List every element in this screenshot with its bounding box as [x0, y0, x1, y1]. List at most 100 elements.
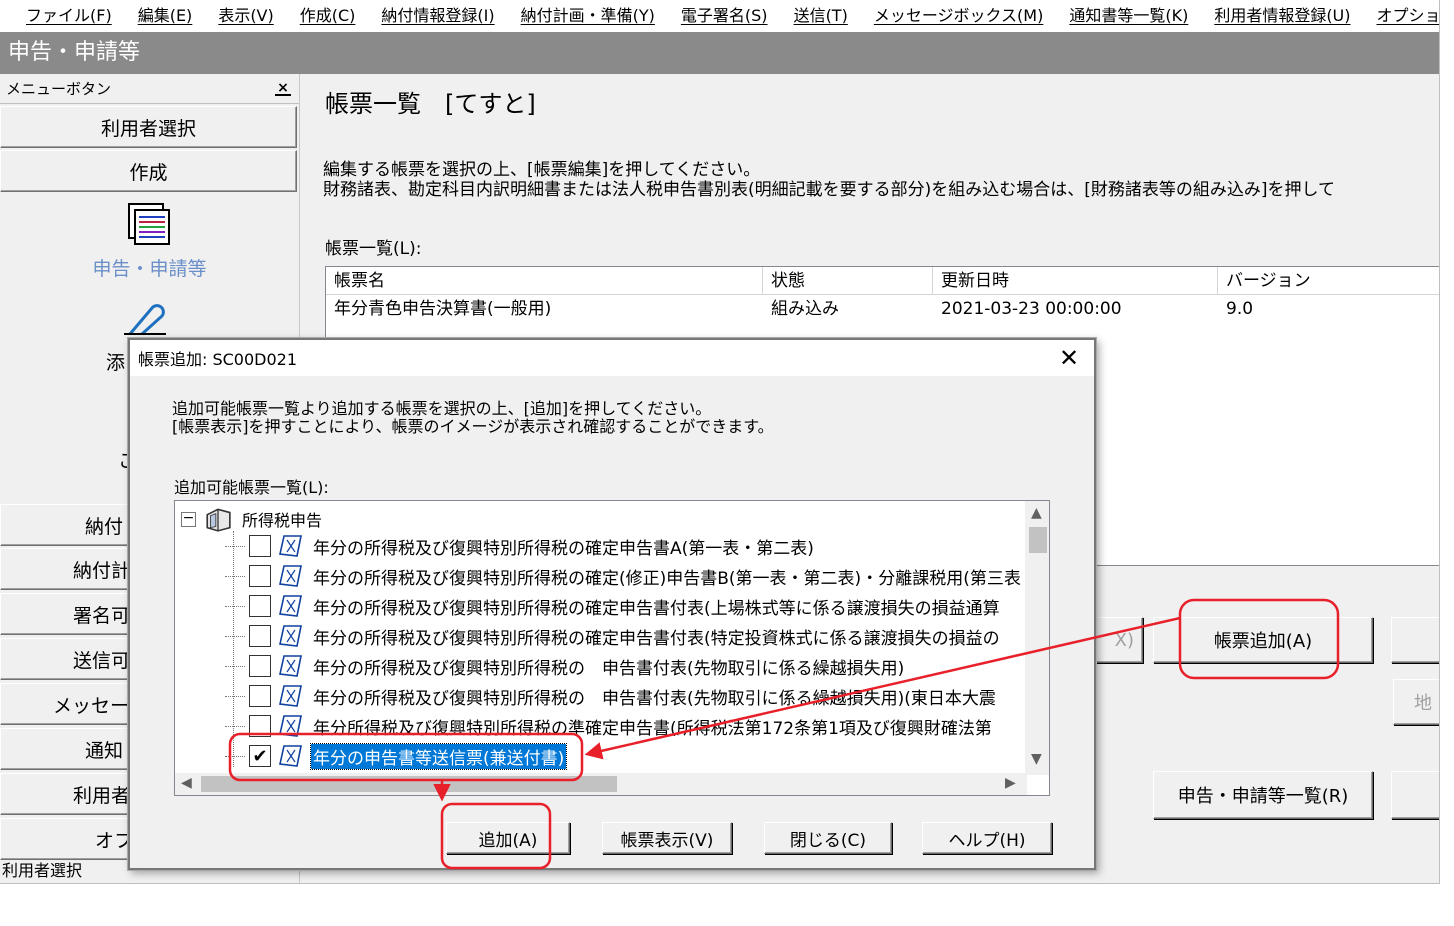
partial-map-button[interactable]: 地 — [1393, 679, 1439, 725]
item-checkbox[interactable] — [249, 565, 271, 587]
form-doc-icon — [279, 655, 302, 677]
app-window: ファイル(F) 編集(E) 表示(V) 作成(C) 納付情報登録(I) 納付計画… — [0, 0, 1440, 884]
menu-user-info[interactable]: 利用者情報登録(U) — [1201, 0, 1363, 32]
menu-file[interactable]: ファイル(F) — [0, 0, 125, 32]
column-header-status[interactable]: 状態 — [763, 267, 933, 294]
horizontal-scroll-thumb[interactable] — [201, 776, 617, 792]
menu-payment-plan[interactable]: 納付計画・準備(Y) — [508, 0, 668, 32]
column-header-version[interactable]: バージョン — [1218, 267, 1439, 294]
partial-right-button[interactable] — [1391, 617, 1439, 663]
menu-create[interactable]: 作成(C) — [287, 0, 369, 32]
user-select-button[interactable]: 利用者選択 — [0, 106, 297, 148]
cell-updated: 2021-03-23 00:00:00 — [941, 299, 1122, 319]
menu-messagebox[interactable]: メッセージボックス(M) — [861, 0, 1057, 32]
partial-right-button-2[interactable] — [1391, 771, 1439, 819]
tree-item[interactable]: 年分の所得税及び復興特別所得税の確定(修正)申告書B(第一表・第二表)・分離課税… — [225, 561, 1023, 591]
scroll-right-icon[interactable]: ▶ — [1005, 775, 1016, 791]
available-forms-tree[interactable]: − 所得税申告 年分の所得税及び復興特別所得税の確定申告書A(第一表・第二表) … — [174, 500, 1050, 796]
form-doc-icon — [279, 685, 302, 707]
tree-item-label: 年分の所得税及び復興特別所得税の 申告書付表(先物取引に係る繰越損失用) — [313, 658, 905, 679]
sidebar-partial-attach: 添 — [106, 352, 126, 374]
sidebar-icon-label: 申告・申請等 — [92, 258, 207, 280]
item-checkbox[interactable] — [249, 655, 271, 677]
tree-item-label: 年分の所得税及び復興特別所得税の確定申告書付表(上場株式等に係る譲渡損失の損益通… — [313, 598, 1000, 619]
menu-edit[interactable]: 編集(E) — [125, 0, 206, 32]
form-doc-icon — [279, 745, 302, 767]
sidebar-icon-filing[interactable]: 申告・申請等 — [0, 194, 299, 294]
dialog-close-icon[interactable]: ✕ — [1044, 340, 1094, 376]
close-button[interactable]: 閉じる(C) — [764, 822, 892, 854]
tree-item[interactable]: 年分の所得税及び復興特別所得税の 申告書付表(先物取引に係る繰越損失用)(東日本… — [225, 681, 998, 711]
tree-item[interactable]: 年分の所得税及び復興特別所得税の確定申告書付表(上場株式等に係る譲渡損失の損益通… — [225, 591, 1002, 621]
menu-options[interactable]: オプション(O — [1364, 0, 1439, 32]
cell-status: 組み込み — [771, 299, 839, 319]
tree-item-selected[interactable]: ✔ 年分の申告書等送信票(兼送付書) — [225, 741, 568, 771]
form-doc-icon — [279, 535, 302, 557]
menu-payment-info[interactable]: 納付情報登録(I) — [368, 0, 507, 32]
add-form-button[interactable]: 帳票追加(A) — [1153, 617, 1373, 663]
collapse-icon[interactable]: − — [181, 511, 196, 527]
tree-item-label: 年分所得税及び復興特別所得税の準確定申告書(所得税法第172条第1項及び復興財確… — [313, 718, 992, 739]
horizontal-scrollbar[interactable]: ◀ ▶ — [175, 773, 1027, 795]
dialog-instructions: 追加可能帳票一覧より追加する帳票を選択の上、[追加]を押してください。 [帳票表… — [172, 400, 774, 436]
dialog-instruction-line1: 追加可能帳票一覧より追加する帳票を選択の上、[追加]を押してください。 — [172, 399, 712, 418]
menu-bar: ファイル(F) 編集(E) 表示(V) 作成(C) 納付情報登録(I) 納付計画… — [0, 0, 1439, 32]
attachment-icon — [124, 304, 166, 336]
item-checkbox[interactable] — [249, 715, 271, 737]
form-doc-icon — [279, 595, 302, 617]
menu-send[interactable]: 送信(T) — [781, 0, 861, 32]
create-button[interactable]: 作成 — [0, 150, 297, 192]
vertical-scrollbar[interactable]: ▲ ▼ — [1025, 501, 1049, 775]
available-forms-label: 追加可能帳票一覧(L): — [174, 478, 329, 497]
tree-item[interactable]: 年分の所得税及び復興特別所得税の確定申告書A(第一表・第二表) — [225, 531, 816, 561]
filing-list-button[interactable]: 申告・申請等一覧(R) — [1153, 771, 1373, 819]
form-doc-icon — [279, 625, 302, 647]
tree-item-label: 年分の申告書等送信票(兼送付書) — [309, 742, 568, 770]
form-doc-icon — [279, 565, 302, 587]
dialog-titlebar: 帳票追加: SC00D021 ✕ — [130, 340, 1094, 376]
form-doc-icon — [279, 715, 302, 737]
add-button[interactable]: 追加(A) — [446, 822, 570, 854]
tree-root-label: 所得税申告 — [242, 511, 323, 530]
page-title: 帳票一覧 [てすと] — [325, 90, 536, 118]
sidebar-close-icon[interactable]: × — [275, 81, 291, 96]
tree-item-label: 年分の所得税及び復興特別所得税の確定申告書付表(特定投資株式に係る譲渡損失の損益… — [313, 628, 1000, 649]
tree-root-node[interactable]: − 所得税申告 — [181, 505, 324, 533]
table-row[interactable]: 年分青色申告決算書(一般用) 組み込み 2021-03-23 00:00:00 … — [326, 295, 1439, 323]
tree-item-label: 年分の所得税及び復興特別所得税の確定申告書A(第一表・第二表) — [313, 538, 814, 559]
tree-item[interactable]: 年分所得税及び復興特別所得税の準確定申告書(所得税法第172条第1項及び復興財確… — [225, 711, 994, 741]
tree-item-label: 年分の所得税及び復興特別所得税の確定(修正)申告書B(第一表・第二表)・分離課税… — [313, 568, 1021, 589]
table-header: 帳票名 状態 更新日時 バージョン — [326, 267, 1439, 295]
menu-notices[interactable]: 通知書等一覧(K) — [1056, 0, 1201, 32]
tree-item[interactable]: 年分の所得税及び復興特別所得税の 申告書付表(先物取引に係る繰越損失用) — [225, 651, 906, 681]
dialog-title: 帳票追加: SC00D021 — [138, 350, 298, 369]
form-list-icon — [127, 203, 170, 245]
item-checkbox[interactable] — [249, 685, 271, 707]
item-checkbox[interactable] — [249, 595, 271, 617]
vertical-scroll-thumb[interactable] — [1029, 527, 1047, 553]
window-title: 申告・申請等 — [0, 32, 1439, 74]
sidebar-header: メニューボタン × — [0, 74, 299, 104]
form-list-label: 帳票一覧(L): — [325, 239, 422, 259]
book-folder-icon — [206, 508, 231, 532]
help-button[interactable]: ヘルプ(H) — [922, 822, 1052, 854]
menu-signature[interactable]: 電子署名(S) — [668, 0, 781, 32]
tree-item-label: 年分の所得税及び復興特別所得税の 申告書付表(先物取引に係る繰越損失用)(東日本… — [313, 688, 996, 709]
item-checkbox-checked[interactable]: ✔ — [249, 745, 271, 767]
column-header-updated[interactable]: 更新日時 — [933, 267, 1218, 294]
scroll-up-icon[interactable]: ▲ — [1031, 505, 1042, 521]
menu-view[interactable]: 表示(V) — [205, 0, 286, 32]
column-header-name[interactable]: 帳票名 — [326, 267, 763, 294]
view-form-button[interactable]: 帳票表示(V) — [602, 822, 732, 854]
scroll-left-icon[interactable]: ◀ — [181, 775, 192, 791]
tree-item[interactable]: 年分の所得税及び復興特別所得税の確定申告書付表(特定投資株式に係る譲渡損失の損益… — [225, 621, 1002, 651]
main-instruction-line2: 財務諸表、勘定科目内訳明細書または法人税申告書別表(明細記載を要する部分)を組み… — [323, 180, 1336, 200]
dialog-instruction-line2: [帳票表示]を押すことにより、帳票のイメージが表示され確認することができます。 — [172, 417, 774, 436]
main-instructions: 編集する帳票を選択の上、[帳票編集]を押してください。 財務諸表、勘定科目内訳明… — [323, 160, 1335, 200]
main-instruction-line1: 編集する帳票を選択の上、[帳票編集]を押してください。 — [323, 160, 761, 180]
item-checkbox[interactable] — [249, 535, 271, 557]
item-checkbox[interactable] — [249, 625, 271, 647]
add-form-dialog: 帳票追加: SC00D021 ✕ 追加可能帳票一覧より追加する帳票を選択の上、[… — [128, 338, 1096, 870]
cell-name: 年分青色申告決算書(一般用) — [334, 299, 552, 319]
scroll-down-icon[interactable]: ▼ — [1031, 751, 1042, 767]
